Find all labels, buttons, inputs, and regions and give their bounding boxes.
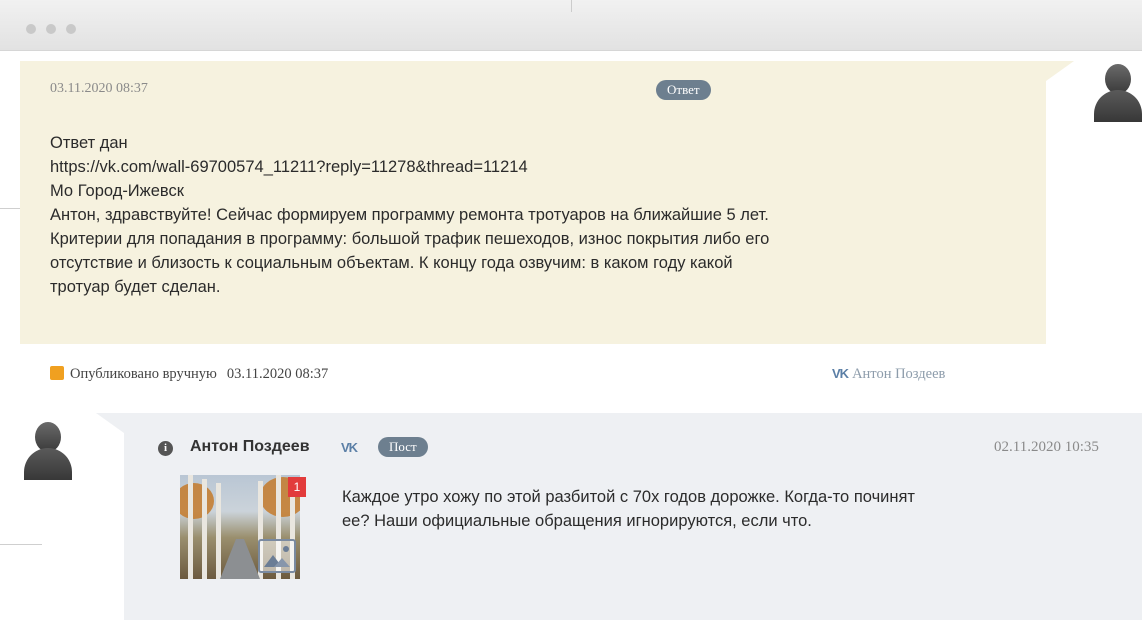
reply-line: отсутствие и близость к социальным объек… <box>50 254 733 272</box>
avatar[interactable] <box>1092 60 1142 122</box>
post-line: ее? Наши официальные обращения игнорирую… <box>342 512 812 530</box>
reply-bubble-tail <box>1046 61 1074 81</box>
post-date: 02.11.2020 10:35 <box>994 439 1099 455</box>
avatar-body-icon <box>1094 90 1142 122</box>
avatar-body-icon <box>24 448 72 480</box>
window-minimize-button[interactable] <box>46 24 56 34</box>
reply-line: Критерии для попадания в программу: боль… <box>50 230 770 248</box>
reply-line: тротуар будет сделан. <box>50 278 221 296</box>
divider <box>0 544 42 545</box>
post-card: i Антон Поздеев VK Пост 02.11.2020 10:35… <box>124 413 1142 620</box>
post-author[interactable]: Антон Поздеев <box>190 438 310 456</box>
publish-datetime: 03.11.2020 08:37 <box>226 366 329 382</box>
post-line: Каждое утро хожу по этой разбитой с 70х … <box>342 488 915 506</box>
post-text: Каждое утро хожу по этой разбитой с 70х … <box>342 485 1062 533</box>
vk-author-link[interactable]: VK Антон Поздеев <box>832 366 945 383</box>
status-marker-icon <box>50 366 64 380</box>
publish-status: Опубликовано вручную 03.11.2020 08:37 <box>50 366 328 383</box>
post-bubble-tail <box>96 413 124 433</box>
window-close-button[interactable] <box>26 24 36 34</box>
reply-date: 03.11.2020 08:37 <box>50 81 148 96</box>
image-gallery-icon[interactable] <box>258 539 296 573</box>
reply-message: 03.11.2020 08:37 Ответ Ответ дан https:/… <box>20 61 1046 344</box>
reply-line: Ответ дан <box>50 134 128 152</box>
reply-link[interactable]: https://vk.com/wall-69700574_11211?reply… <box>50 155 1030 179</box>
footpath <box>220 539 260 579</box>
tree <box>216 483 221 579</box>
window-maximize-button[interactable] <box>66 24 76 34</box>
reply-badge[interactable]: Ответ <box>656 80 711 100</box>
image-count-badge: 1 <box>288 477 306 497</box>
foliage <box>180 483 214 519</box>
tree <box>188 475 193 579</box>
reply-line: Антон, здравствуйте! Сейчас формируем пр… <box>50 206 769 224</box>
vk-author-name[interactable]: Антон Поздеев <box>852 366 945 382</box>
divider <box>571 0 572 12</box>
publish-status-label: Опубликовано вручную <box>70 366 217 382</box>
avatar[interactable] <box>22 418 74 480</box>
reply-line: Мо Город-Ижевск <box>50 182 184 200</box>
post-badge[interactable]: Пост <box>378 437 428 457</box>
info-icon[interactable]: i <box>158 441 173 456</box>
tree <box>202 479 207 579</box>
vk-icon: VK <box>832 366 849 381</box>
vk-icon[interactable]: VK <box>341 440 358 455</box>
reply-text: Ответ дан https://vk.com/wall-69700574_1… <box>50 131 1030 299</box>
